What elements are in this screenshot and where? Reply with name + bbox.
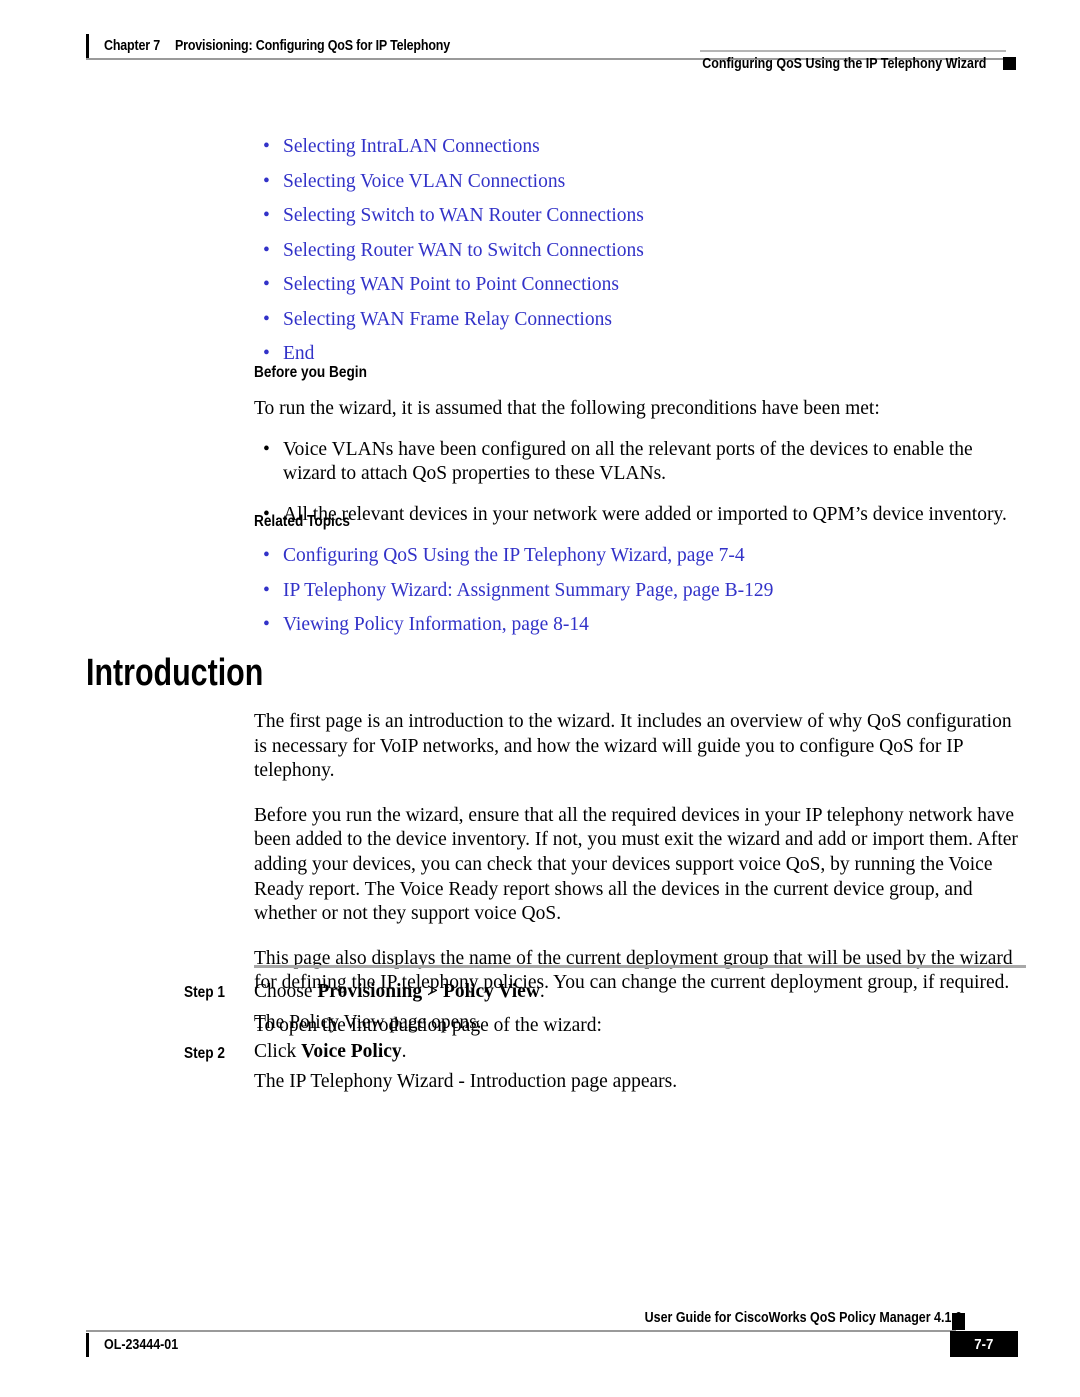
list-item[interactable]: • Viewing Policy Information, page 8-14 [254, 614, 1026, 636]
footer-page-number: 7-7 [950, 1331, 1018, 1357]
cross-reference-link[interactable]: Selecting WAN Frame Relay Connections [283, 309, 612, 330]
header-chapter-label: Chapter 7 [104, 38, 160, 54]
footer-left-tick [86, 1333, 89, 1357]
bullet-icon: • [263, 205, 270, 226]
bullet-icon: • [263, 343, 270, 364]
before-you-begin-block: Before you Begin To run the wizard, it i… [254, 364, 1026, 527]
header-marker-square [1003, 57, 1016, 70]
manual-page: Chapter 7 Provisioning: Configuring QoS … [0, 0, 1080, 1397]
header-section-title: Configuring QoS Using the IP Telephony W… [701, 56, 986, 72]
step-2-control-name[interactable]: Voice Policy [301, 1041, 402, 1062]
list-item[interactable]: • Selecting Voice VLAN Connections [254, 171, 1026, 193]
topic-links-list: • Selecting IntraLAN Connections • Selec… [254, 136, 1026, 365]
step-1-result: The Policy View page opens. [254, 1012, 482, 1033]
bullet-icon: • [263, 136, 270, 157]
list-item[interactable]: • Selecting Switch to WAN Router Connect… [254, 205, 1026, 227]
step-2-result: The IP Telephony Wizard - Introduction p… [254, 1071, 678, 1092]
bullet-icon: • [263, 579, 270, 601]
precondition-text: Voice VLANs have been configured on all … [283, 438, 973, 485]
bullet-icon: • [263, 170, 270, 192]
before-you-begin-heading: Before you Begin [254, 364, 367, 381]
page-title: Introduction [86, 652, 264, 694]
cross-reference-link[interactable]: Selecting Switch to WAN Router Connectio… [283, 205, 644, 226]
list-item[interactable]: • IP Telephony Wizard: Assignment Summar… [254, 580, 1026, 602]
step-2-text-after: . [401, 1041, 407, 1062]
list-item: • Voice VLANs have been configured on al… [254, 438, 1026, 487]
cross-reference-link[interactable]: Selecting Voice VLAN Connections [283, 171, 565, 192]
step-1-text-before: Choose [254, 981, 318, 1002]
step-1-menu-path[interactable]: Provisioning > Policy View [317, 981, 540, 1002]
step-separator-rule [254, 965, 1026, 968]
intro-paragraph: Before you run the wizard, ensure that a… [254, 804, 1018, 925]
cross-reference-link[interactable]: Selecting IntraLAN Connections [283, 136, 540, 157]
footer-rule [86, 1330, 956, 1332]
bullet-icon: • [263, 614, 270, 635]
header-right-rule [700, 50, 1006, 52]
before-you-begin-intro: To run the wizard, it is assumed that th… [254, 398, 880, 419]
footer-document-id: OL-23444-01 [104, 1337, 179, 1353]
page-header: Chapter 7 Provisioning: Configuring QoS … [0, 0, 1080, 90]
footer-marker-square [952, 1313, 965, 1330]
list-item[interactable]: • Configuring QoS Using the IP Telephony… [254, 545, 1026, 567]
related-topics-list: • Configuring QoS Using the IP Telephony… [254, 545, 1026, 636]
bullet-icon: • [263, 239, 270, 261]
header-chapter-title: Provisioning: Configuring QoS for IP Tel… [175, 38, 450, 54]
cross-reference-link[interactable]: Selecting WAN Point to Point Connections [283, 274, 619, 295]
related-topics-block: Related Topics • Configuring QoS Using t… [254, 513, 1026, 649]
step-1-text-after: . [539, 981, 545, 1002]
bullet-icon: • [263, 274, 270, 295]
footer-page-number-text: 7-7 [974, 1335, 994, 1353]
step-2-text: Click Voice Policy. [254, 1040, 1026, 1065]
list-item[interactable]: • Selecting WAN Point to Point Connectio… [254, 274, 1026, 296]
bullet-icon: • [263, 308, 270, 330]
cross-reference-link[interactable]: Configuring QoS Using the IP Telephony W… [283, 545, 745, 566]
cross-reference-link[interactable]: End [283, 343, 314, 364]
topic-links-block: • Selecting IntraLAN Connections • Selec… [254, 136, 1026, 378]
cross-reference-link[interactable]: IP Telephony Wizard: Assignment Summary … [283, 580, 773, 601]
step-1-text: Choose Provisioning > Policy View. [254, 980, 1026, 1005]
bullet-icon: • [263, 545, 270, 566]
bullet-icon: • [263, 438, 270, 460]
list-item[interactable]: • Selecting IntraLAN Connections [254, 136, 1026, 158]
cross-reference-link[interactable]: Selecting Router WAN to Switch Connectio… [283, 240, 644, 261]
related-topics-heading: Related Topics [254, 513, 351, 530]
list-item[interactable]: • Selecting Router WAN to Switch Connect… [254, 240, 1026, 262]
footer-guide-title: User Guide for CiscoWorks QoS Policy Man… [644, 1310, 962, 1326]
step-2-text-before: Click [254, 1041, 302, 1062]
intro-paragraph: The first page is an introduction to the… [254, 711, 1012, 782]
cross-reference-link[interactable]: Viewing Policy Information, page 8-14 [283, 614, 589, 635]
header-left-tick [86, 34, 89, 58]
list-item[interactable]: • Selecting WAN Frame Relay Connections [254, 309, 1026, 331]
step-2-label: Step 2 [184, 1045, 225, 1062]
list-item[interactable]: • End [254, 343, 1026, 365]
step-1-label: Step 1 [184, 984, 225, 1001]
